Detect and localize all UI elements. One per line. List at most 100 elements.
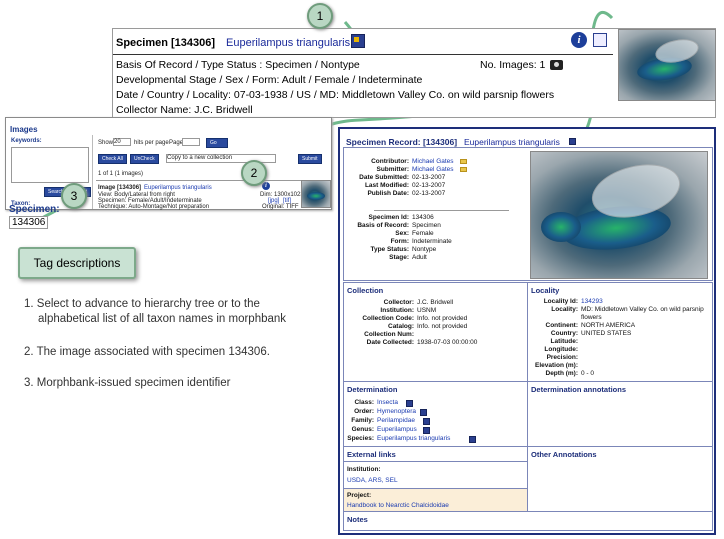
determination-row-value[interactable]: Hymenoptera bbox=[377, 408, 416, 415]
meta-row-label: Contributor: bbox=[371, 158, 409, 165]
locality-row-value: NORTH AMERICA bbox=[581, 322, 636, 329]
determination-row: Family: Perilampidae bbox=[344, 417, 529, 426]
locality-row-label: Country: bbox=[550, 330, 578, 337]
record-image[interactable] bbox=[530, 151, 708, 279]
hierarchy-tree-icon[interactable] bbox=[351, 34, 365, 48]
notes-heading: Notes bbox=[347, 515, 368, 524]
submit-button[interactable]: Submit bbox=[298, 154, 322, 164]
institution-link[interactable]: USDA, ARS, SEL bbox=[347, 477, 398, 484]
locality-row: Depth (m): 0 - 0 bbox=[528, 370, 714, 378]
meta-row-value[interactable]: Michael Gates bbox=[412, 166, 454, 173]
edit-record-icon[interactable] bbox=[593, 33, 607, 47]
locality-row: Elevation (m): bbox=[528, 362, 714, 370]
record-tree-icon[interactable] bbox=[569, 138, 576, 145]
tree-icon[interactable] bbox=[423, 427, 430, 434]
image-thumbnail[interactable] bbox=[301, 180, 331, 208]
check-all-button[interactable]: Check All bbox=[98, 154, 127, 164]
attr-row-label: Type Status: bbox=[370, 246, 409, 253]
other-annotations-heading: Other Annotations bbox=[531, 450, 597, 459]
keywords-input[interactable] bbox=[11, 147, 89, 183]
meta-row-label: Publish Date: bbox=[367, 190, 409, 197]
determination-row-value[interactable]: Insecta bbox=[377, 399, 398, 406]
go-button[interactable]: Go bbox=[206, 138, 228, 148]
locality-heading: Locality bbox=[531, 286, 560, 295]
attr-row-label: Sex: bbox=[395, 230, 409, 237]
tree-icon[interactable] bbox=[468, 436, 476, 443]
locality-list: Locality Id: 134293 Locality: MD: Middletow… bbox=[528, 298, 714, 378]
tree-icon[interactable] bbox=[419, 409, 427, 416]
collection-section: Collection Collector: J.C. Bridwell Instit… bbox=[343, 282, 528, 382]
divider bbox=[344, 461, 527, 462]
determination-row-value[interactable]: Perilampidae bbox=[377, 417, 415, 424]
collection-row-label: Collection Code: bbox=[362, 315, 414, 322]
collector-line: Collector Name: J.C. Bridwell bbox=[116, 104, 253, 116]
collection-row-label: Institution: bbox=[380, 307, 414, 314]
meta-row-label: Last Modified: bbox=[364, 182, 409, 189]
images-search-panel: Images Keywords: Search Reset Taxon: Sho… bbox=[5, 117, 332, 210]
basis-of-record-line: Basis Of Record / Type Status : Specimen… bbox=[116, 59, 360, 71]
other-annotations-section: Other Annotations bbox=[527, 446, 713, 512]
camera-icon[interactable] bbox=[550, 60, 563, 70]
stage-sex-form-line: Developmental Stage / Sex / Form: Adult … bbox=[116, 74, 423, 86]
determination-row-label: Genus: bbox=[351, 426, 374, 433]
attr-row: Specimen Id: 134306 bbox=[344, 214, 524, 222]
locality-row-label: Continent: bbox=[545, 322, 579, 329]
collection-row: Catalog: Info. not provided bbox=[344, 323, 529, 331]
description-1-cont: alphabetical list of all taxon names in … bbox=[38, 313, 287, 325]
folder-icon[interactable] bbox=[460, 167, 468, 172]
image-info-icon[interactable]: i bbox=[262, 182, 270, 190]
locality-row-label: Locality Id: bbox=[543, 298, 578, 305]
collection-row-value: J.C. Bridwell bbox=[417, 299, 454, 306]
specimen-title: Specimen [134306] bbox=[116, 37, 216, 49]
image-original: Original: TIFF bbox=[262, 204, 299, 210]
collection-row: Collector: J.C. Bridwell bbox=[344, 299, 529, 307]
attr-row-value: Specimen bbox=[412, 222, 441, 229]
folder-icon[interactable] bbox=[460, 159, 468, 164]
locality-row: Locality Id: 134293 bbox=[528, 298, 714, 306]
determination-heading: Determination bbox=[347, 385, 398, 394]
specimen-thumbnail[interactable] bbox=[618, 29, 716, 101]
attr-row-value: Adult bbox=[412, 254, 427, 261]
determination-row-value[interactable]: Euperilampus triangularis bbox=[377, 435, 450, 442]
determination-row: Class: Insecta bbox=[344, 399, 529, 408]
record-attr-list: Specimen Id: 134306 Basis of Record: Specim… bbox=[344, 214, 524, 262]
attr-row-value: Female bbox=[412, 230, 434, 237]
attr-row: Form: Indeterminate bbox=[344, 238, 524, 246]
locality-row-value[interactable]: 134293 bbox=[581, 298, 603, 305]
locality-row: Locality: MD: Middletown Valley Co. on wi… bbox=[528, 306, 714, 314]
meta-row-value[interactable]: Michael Gates bbox=[412, 158, 454, 165]
collection-row-value: Info. not provided bbox=[417, 323, 468, 330]
tree-icon[interactable] bbox=[405, 400, 413, 407]
project-label: Project: bbox=[347, 492, 372, 499]
collection-heading: Collection bbox=[347, 286, 384, 295]
determination-row: Genus: Euperilampus bbox=[344, 426, 529, 435]
description-1: 1. Select to advance to hierarchy tree o… bbox=[24, 298, 260, 310]
show-select[interactable]: 20 bbox=[113, 138, 131, 146]
tree-icon[interactable] bbox=[423, 418, 430, 425]
locality-row: Continent: NORTH AMERICA bbox=[528, 322, 714, 330]
meta-row: Last Modified: 02-13-2007 bbox=[344, 182, 524, 190]
species-link[interactable]: Euperilampus triangularis bbox=[226, 37, 350, 49]
notes-section: Notes bbox=[343, 511, 713, 531]
collection-row: Collection Code: Info. not provided bbox=[344, 315, 529, 323]
collection-row-value: USNM bbox=[417, 307, 437, 314]
meta-row: Date Submitted: 02-13-2007 bbox=[344, 174, 524, 182]
locality-row: Longitude: bbox=[528, 346, 714, 354]
collection-row-label: Date Collected: bbox=[366, 339, 414, 346]
meta-row: Publish Date: 02-13-2007 bbox=[344, 190, 524, 198]
determination-row-value[interactable]: Euperilampus bbox=[377, 426, 417, 433]
specimen-label: Specimen: bbox=[9, 204, 60, 215]
locality-section: Locality Locality Id: 134293 Locality: MD: … bbox=[527, 282, 713, 382]
specimen-title-row: Specimen [134306] Euperilampus triangula… bbox=[113, 29, 613, 55]
project-link[interactable]: Handbook to Nearctic Chalcidoidae bbox=[347, 502, 449, 509]
determination-section: Determination Class: Insecta Order: Hymenop… bbox=[343, 381, 528, 447]
image-dim: Dim: 1300x1023 bbox=[260, 192, 304, 198]
record-species-link[interactable]: Euperilampus triangularis bbox=[464, 137, 560, 147]
determination-row-label: Class: bbox=[354, 399, 374, 406]
info-icon[interactable]: i bbox=[571, 32, 587, 48]
uncheck-button[interactable]: UnCheck bbox=[130, 154, 159, 164]
locality-row-value: MD: Middletown Valley Co. on wild parsni… bbox=[581, 306, 704, 313]
image-species-link[interactable]: Euperilampus triangularis bbox=[144, 185, 212, 191]
meta-row: Contributor: Michael Gates bbox=[344, 158, 524, 166]
page-input[interactable] bbox=[182, 138, 200, 146]
